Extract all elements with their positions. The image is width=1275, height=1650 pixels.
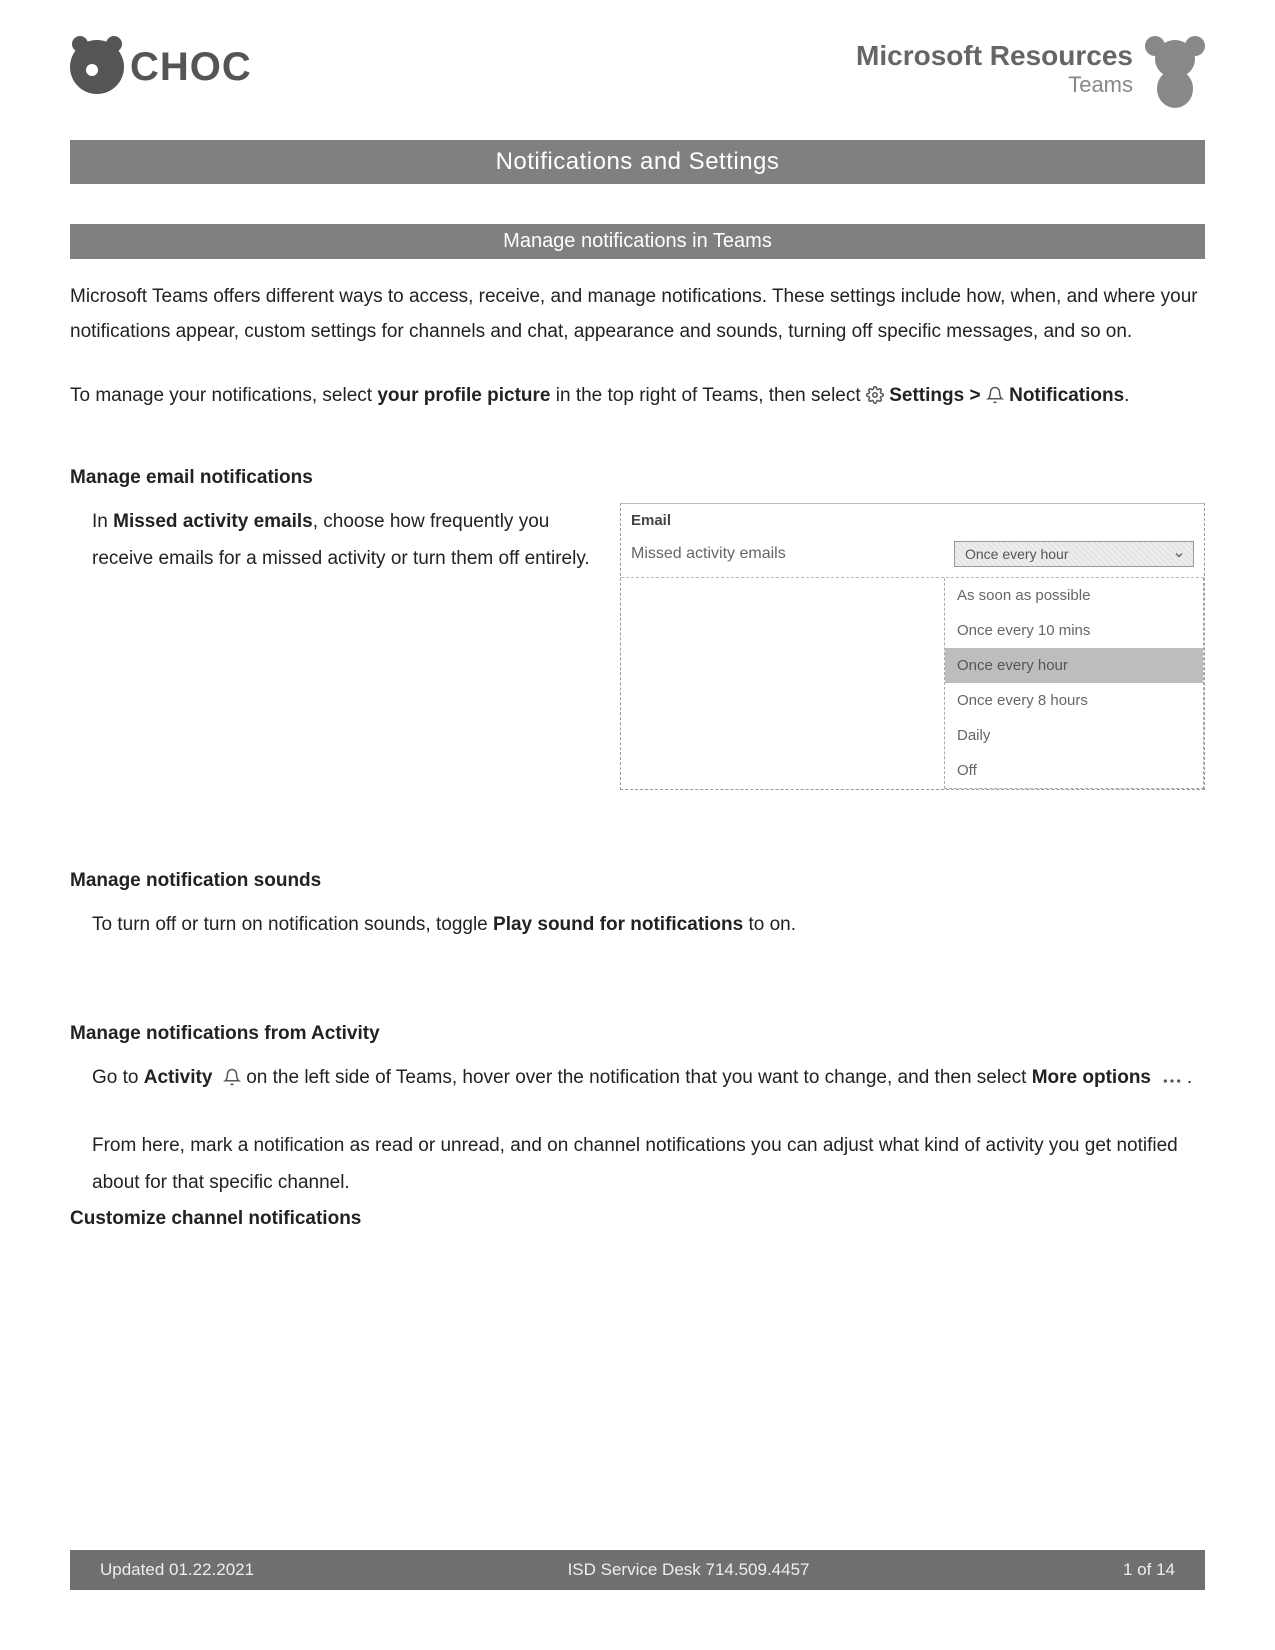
chevron-down-icon: [1173, 548, 1185, 564]
text: on the left side of Teams, hover over th…: [246, 1067, 1031, 1088]
dropdown-option[interactable]: Off: [945, 753, 1203, 788]
text: To turn off or turn on notification soun…: [92, 914, 493, 935]
customize-section-heading: Customize channel notifications: [70, 1208, 1205, 1230]
footer-service-desk: ISD Service Desk 714.509.4457: [568, 1560, 810, 1580]
more-options-label: More options: [1032, 1067, 1151, 1088]
dropdown-option[interactable]: As soon as possible: [945, 578, 1203, 613]
email-panel-title: Email: [621, 504, 1204, 533]
main-title-banner: Notifications and Settings: [70, 140, 1205, 184]
text: In: [92, 511, 113, 532]
text: to on.: [743, 914, 796, 935]
play-sound-label: Play sound for notifications: [493, 914, 743, 935]
notifications-label: Notifications: [1009, 385, 1124, 406]
ms-title: Microsoft Resources: [856, 40, 1133, 72]
sounds-section-heading: Manage notification sounds: [70, 870, 1205, 892]
settings-label: Settings: [889, 385, 964, 406]
text: Go to: [92, 1067, 144, 1088]
text: .: [1187, 1067, 1192, 1088]
activity-section-heading: Manage notifications from Activity: [70, 1023, 1205, 1045]
koala-icon: [1145, 40, 1205, 110]
dropdown-option[interactable]: Once every 8 hours: [945, 683, 1203, 718]
choc-logo: CHOC: [70, 40, 252, 94]
dropdown-option[interactable]: Once every 10 mins: [945, 613, 1203, 648]
page-footer: Updated 01.22.2021 ISD Service Desk 714.…: [70, 1550, 1205, 1590]
section-banner: Manage notifications in Teams: [70, 224, 1205, 259]
bell-icon: [986, 380, 1004, 417]
frequency-dropdown[interactable]: Once every hour: [954, 541, 1194, 567]
choc-bear-icon: [70, 40, 124, 94]
intro-paragraph: Microsoft Teams offers different ways to…: [70, 279, 1205, 349]
ms-resources-block: Microsoft Resources Teams: [856, 40, 1205, 110]
activity-line-1: Go to Activity on the left side of Teams…: [70, 1059, 1205, 1099]
dropdown-option[interactable]: Daily: [945, 718, 1203, 753]
more-options-icon: [1162, 1062, 1182, 1099]
frequency-dropdown-list: As soon as possible Once every 10 mins O…: [944, 578, 1204, 789]
activity-label: Activity: [144, 1067, 213, 1088]
missed-activity-label: Missed activity emails: [631, 545, 786, 563]
text: To manage your notifications, select: [70, 385, 377, 406]
dropdown-selected: Once every hour: [965, 546, 1069, 562]
text: in the top right of Teams, then select: [550, 385, 865, 406]
document-header: CHOC Microsoft Resources Teams: [70, 40, 1205, 110]
sounds-section-body: To turn off or turn on notification soun…: [70, 906, 1205, 943]
missed-emails-label: Missed activity emails: [113, 511, 313, 532]
profile-picture-label: your profile picture: [377, 385, 550, 406]
footer-page-number: 1 of 14: [1123, 1560, 1175, 1580]
gear-icon: [866, 380, 884, 417]
bell-icon: [223, 1062, 241, 1099]
manage-instructions: To manage your notifications, select you…: [70, 377, 1205, 417]
choc-logo-text: CHOC: [130, 45, 252, 90]
text: .: [1124, 385, 1129, 406]
activity-line-2: From here, mark a notification as read o…: [70, 1127, 1205, 1201]
dropdown-option-selected[interactable]: Once every hour: [945, 648, 1203, 683]
email-settings-panel: Email Missed activity emails Once every …: [620, 503, 1205, 790]
email-section-heading: Manage email notifications: [70, 467, 1205, 489]
email-section-body: In Missed activity emails, choose how fr…: [92, 503, 590, 577]
footer-updated: Updated 01.22.2021: [100, 1560, 254, 1580]
gt: >: [964, 385, 986, 406]
ms-subtitle: Teams: [856, 72, 1133, 98]
